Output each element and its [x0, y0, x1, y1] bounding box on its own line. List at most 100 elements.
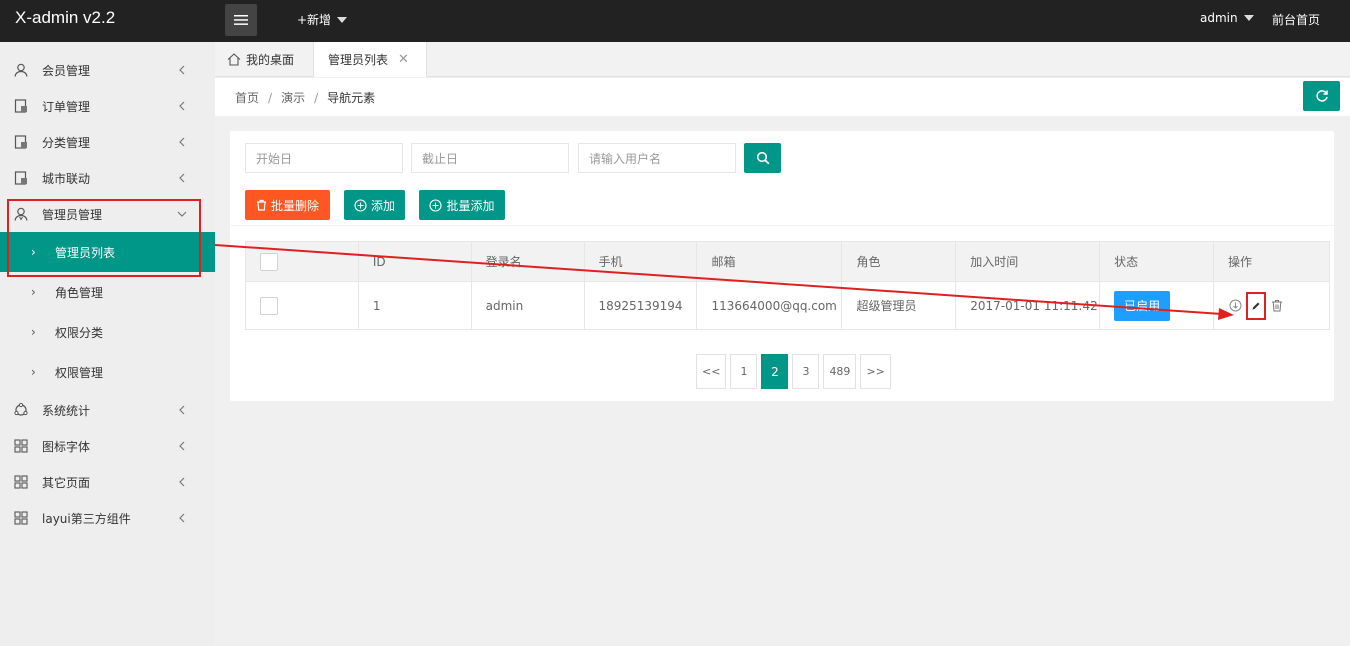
sidebar-item-members[interactable]: 会员管理 — [0, 52, 215, 88]
close-icon[interactable]: ✕ — [398, 52, 409, 67]
list-card: 开始日 截止日 请输入用户名 批量删除 添加 批量添加 ID 登录名 手机 邮箱… — [230, 131, 1334, 401]
batch-delete-button[interactable]: 批量删除 — [245, 190, 330, 220]
sidebar: 会员管理 订单管理 分类管理 城市联动 管理员管理 › 管理员列表 › 角色管理… — [0, 42, 215, 646]
button-label: 添加 — [370, 198, 395, 213]
app-logo[interactable]: X-admin v2.2 — [15, 8, 115, 28]
user-name: admin — [1200, 11, 1238, 25]
sidebar-item-categories[interactable]: 分类管理 — [0, 124, 215, 160]
page-item[interactable]: 3 — [792, 354, 820, 389]
breadcrumb-separator: / — [314, 91, 319, 105]
column-header: 手机 — [583, 241, 698, 282]
chevron-left-icon — [179, 513, 185, 523]
add-button[interactable]: 添加 — [344, 190, 405, 220]
button-label: 批量添加 — [446, 198, 495, 213]
start-date-input[interactable]: 开始日 — [245, 143, 403, 173]
sidebar-item-orders[interactable]: 订单管理 — [0, 88, 215, 124]
sidebar-item-stats[interactable]: 系统统计 — [0, 392, 215, 428]
sidebar-item-label: 图标字体 — [42, 439, 91, 454]
page-item[interactable]: 489 — [823, 354, 857, 389]
tab-admin-list[interactable]: 管理员列表 ✕ — [313, 42, 427, 77]
cell-email: 113664000@qq.com — [696, 281, 843, 330]
top-bar: X-admin v2.2 +新增 admin 前台首页 — [0, 0, 1350, 42]
page-last[interactable]: >> — [860, 354, 891, 389]
chevron-left-icon — [179, 173, 185, 183]
page-first[interactable]: << — [696, 354, 727, 389]
trash-icon[interactable] — [1270, 299, 1284, 313]
sidebar-subitem-permission-categories[interactable]: › 权限分类 — [0, 312, 215, 352]
refresh-button[interactable] — [1303, 81, 1340, 111]
front-page-link[interactable]: 前台首页 — [1272, 11, 1320, 28]
sidebar-subitem-label: 权限分类 — [55, 325, 104, 340]
hamburger-icon — [234, 15, 248, 25]
chevron-left-icon — [179, 477, 185, 487]
cell-operations — [1213, 281, 1330, 330]
sidebar-item-city[interactable]: 城市联动 — [0, 160, 215, 196]
breadcrumb-separator: / — [268, 91, 273, 105]
add-new-label: +新增 — [297, 13, 332, 27]
column-header: 状态 — [1099, 241, 1215, 282]
chevron-left-icon — [179, 101, 185, 111]
breadcrumb-bar: 首页 / 演示 / 导航元素 — [215, 78, 1350, 116]
column-header: 加入时间 — [955, 241, 1101, 282]
column-header: 登录名 — [470, 241, 585, 282]
column-header: 操作 — [1213, 241, 1330, 282]
button-label: 批量删除 — [270, 198, 319, 213]
batch-add-button[interactable]: 批量添加 — [419, 190, 505, 220]
breadcrumb-item[interactable]: 演示 — [281, 91, 305, 105]
select-all-checkbox[interactable] — [260, 252, 278, 271]
username-search-input[interactable]: 请输入用户名 — [578, 143, 736, 173]
column-header: 角色 — [841, 241, 957, 282]
chevron-right-icon: › — [31, 365, 36, 379]
order-icon — [13, 98, 29, 114]
sidebar-item-layui-components[interactable]: layui第三方组件 — [0, 500, 215, 536]
sidebar-subitem-label: 角色管理 — [55, 285, 104, 300]
plus-circle-icon — [354, 198, 367, 212]
operations-group — [1228, 291, 1329, 320]
grid-icon — [13, 438, 29, 454]
city-icon — [13, 170, 29, 186]
menu-toggle-button[interactable] — [225, 4, 257, 36]
chevron-left-icon — [179, 137, 185, 147]
row-checkbox-cell — [245, 281, 359, 330]
category-icon — [13, 134, 29, 150]
admin-table: ID 登录名 手机 邮箱 角色 加入时间 状态 操作 1 admin 18925… — [245, 241, 1330, 330]
add-new-menu[interactable]: +新增 — [297, 11, 348, 28]
disable-icon[interactable] — [1228, 299, 1242, 313]
edit-icon[interactable] — [1246, 291, 1267, 320]
sidebar-item-label: 订单管理 — [42, 99, 91, 114]
tab-bar: 我的桌面 管理员列表 ✕ — [215, 42, 1350, 77]
sidebar-subitem-roles[interactable]: › 角色管理 — [0, 272, 215, 312]
sidebar-item-other-pages[interactable]: 其它页面 — [0, 464, 215, 500]
cell-phone: 18925139194 — [583, 281, 698, 330]
search-icon — [756, 151, 769, 165]
grid-icon — [13, 474, 29, 490]
page-current[interactable]: 2 — [761, 354, 789, 389]
sidebar-item-icon-fonts[interactable]: 图标字体 — [0, 428, 215, 464]
plus-circle-icon — [429, 198, 443, 212]
status-badge[interactable]: 已启用 — [1114, 290, 1171, 321]
sidebar-subitem-permissions[interactable]: › 权限管理 — [0, 352, 215, 392]
search-button[interactable] — [744, 143, 781, 173]
sidebar-item-label: 城市联动 — [42, 171, 91, 186]
cell-id: 1 — [357, 281, 472, 330]
table-header-row: ID 登录名 手机 邮箱 角色 加入时间 状态 操作 — [245, 241, 1330, 282]
cell-login: admin — [470, 281, 585, 330]
breadcrumb-item[interactable]: 首页 — [235, 91, 259, 105]
end-date-input[interactable]: 截止日 — [411, 143, 569, 173]
caret-down-icon — [337, 16, 348, 23]
chevron-left-icon — [179, 441, 185, 451]
chevron-right-icon: › — [31, 285, 36, 299]
tab-label: 管理员列表 — [328, 53, 389, 67]
sidebar-item-label: 会员管理 — [42, 63, 91, 78]
page-item[interactable]: 1 — [730, 354, 758, 389]
cell-joined: 2017-01-01 11:11:42 — [955, 281, 1101, 330]
pagination: << 1 2 3 489 >> — [696, 354, 891, 389]
divider — [230, 225, 1334, 226]
stats-icon — [13, 402, 29, 418]
chevron-left-icon — [179, 65, 185, 75]
user-icon — [13, 62, 29, 78]
tab-home[interactable]: 我的桌面 — [227, 42, 294, 77]
row-checkbox[interactable] — [260, 296, 278, 315]
tab-label: 我的桌面 — [246, 53, 295, 67]
user-menu[interactable]: admin — [1200, 11, 1254, 25]
